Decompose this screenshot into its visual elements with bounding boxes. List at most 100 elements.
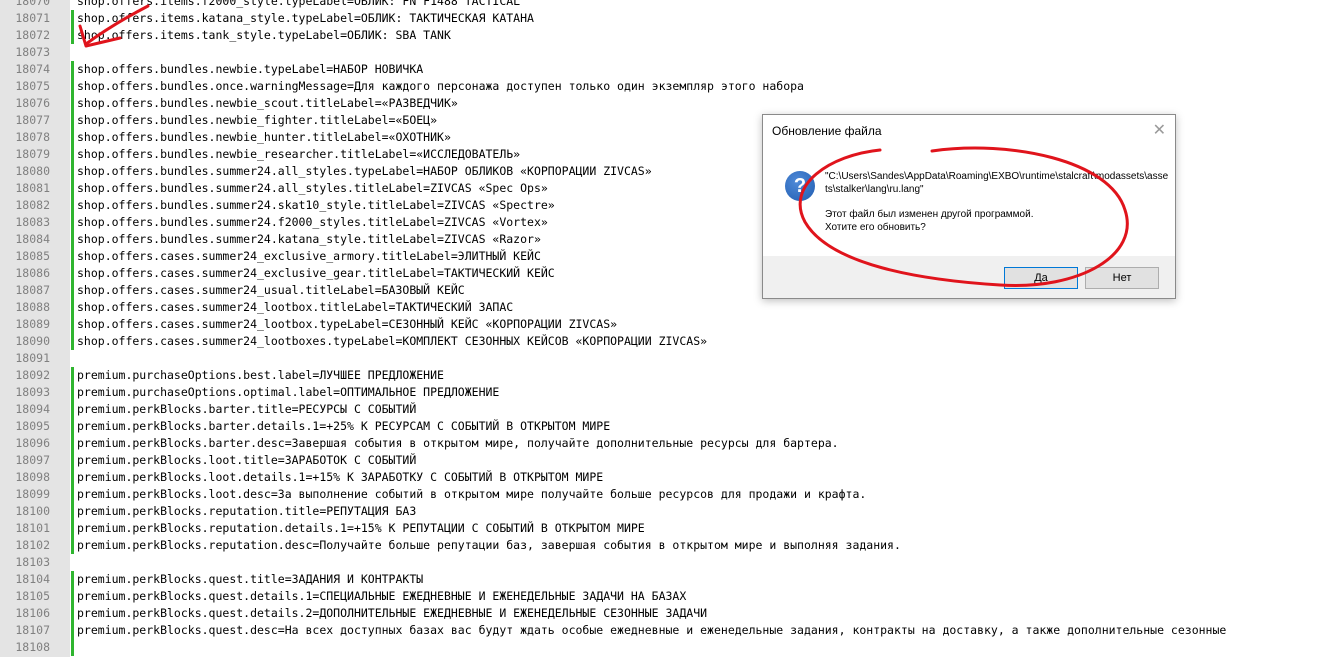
- change-marker: [71, 265, 74, 282]
- line-text[interactable]: premium.purchaseOptions.optimal.label=ОП…: [77, 384, 499, 401]
- line-number: 18098: [15, 470, 50, 484]
- line-number: 18081: [15, 181, 50, 195]
- dialog-title: Обновление файла: [772, 124, 882, 138]
- line-text[interactable]: premium.perkBlocks.barter.details.1=+25%…: [77, 418, 610, 435]
- line-text[interactable]: premium.purchaseOptions.best.label=ЛУЧШЕ…: [77, 367, 444, 384]
- line-number: 18078: [15, 130, 50, 144]
- line-text[interactable]: shop.offers.bundles.newbie_scout.titleLa…: [77, 95, 458, 112]
- dialog-file-path: "C:\Users\Sandes\AppData\Roaming\EXBO\ru…: [825, 171, 1169, 195]
- editor-line[interactable]: 18090 shop.offers.cases.summer24_lootboxe…: [0, 333, 1344, 350]
- editor-line[interactable]: 18108: [0, 639, 1344, 656]
- line-text[interactable]: shop.offers.bundles.once.warningMessage=…: [77, 78, 804, 95]
- editor-line[interactable]: 18106 premium.perkBlocks.quest.details.2=…: [0, 605, 1344, 622]
- editor-line[interactable]: 18100 premium.perkBlocks.reputation.title…: [0, 503, 1344, 520]
- line-number: 18076: [15, 96, 50, 110]
- editor-line[interactable]: 18094 premium.perkBlocks.barter.title=РЕС…: [0, 401, 1344, 418]
- editor-line[interactable]: 18099 premium.perkBlocks.loot.desc=За вып…: [0, 486, 1344, 503]
- editor-line[interactable]: 18070 shop.offers.items.f2000_style.typeL…: [0, 0, 1344, 10]
- line-text[interactable]: shop.offers.cases.summer24_lootboxes.typ…: [77, 333, 707, 350]
- line-number: 18083: [15, 215, 50, 229]
- editor-line[interactable]: 18089 shop.offers.cases.summer24_lootbox.…: [0, 316, 1344, 333]
- editor-line[interactable]: 18076 shop.offers.bundles.newbie_scout.ti…: [0, 95, 1344, 112]
- no-button[interactable]: Нет: [1085, 267, 1159, 289]
- line-text[interactable]: premium.perkBlocks.quest.desc=На всех до…: [77, 622, 1226, 639]
- line-text[interactable]: premium.perkBlocks.loot.details.1=+15% К…: [77, 469, 603, 486]
- editor-line[interactable]: 18105 premium.perkBlocks.quest.details.1=…: [0, 588, 1344, 605]
- line-text[interactable]: shop.offers.bundles.summer24.f2000_style…: [77, 214, 548, 231]
- line-number: 18072: [15, 28, 50, 42]
- change-marker: [71, 61, 74, 78]
- editor-line[interactable]: 18096 premium.perkBlocks.barter.desc=Заве…: [0, 435, 1344, 452]
- line-number: 18090: [15, 334, 50, 348]
- line-number: 18080: [15, 164, 50, 178]
- editor-line[interactable]: 18098 premium.perkBlocks.loot.details.1=+…: [0, 469, 1344, 486]
- line-number: 18085: [15, 249, 50, 263]
- line-text[interactable]: shop.offers.bundles.summer24.all_styles.…: [77, 163, 652, 180]
- editor-line[interactable]: 18104 premium.perkBlocks.quest.title=ЗАДА…: [0, 571, 1344, 588]
- editor-line[interactable]: 18107 premium.perkBlocks.quest.desc=На вс…: [0, 622, 1344, 639]
- editor-line[interactable]: 18074 shop.offers.bundles.newbie.typeLabe…: [0, 61, 1344, 78]
- change-marker: [71, 384, 74, 401]
- editor-line[interactable]: 18103: [0, 554, 1344, 571]
- change-marker: [71, 146, 74, 163]
- editor-line[interactable]: 18101 premium.perkBlocks.reputation.detai…: [0, 520, 1344, 537]
- editor-line[interactable]: 18092 premium.purchaseOptions.best.label=…: [0, 367, 1344, 384]
- line-number: 18070: [15, 0, 50, 8]
- line-text[interactable]: premium.perkBlocks.loot.desc=За выполнен…: [77, 486, 866, 503]
- line-text[interactable]: shop.offers.bundles.newbie_hunter.titleL…: [77, 129, 451, 146]
- line-text[interactable]: premium.perkBlocks.quest.details.2=ДОПОЛ…: [77, 605, 707, 622]
- editor-line[interactable]: 18071 shop.offers.items.katana_style.type…: [0, 10, 1344, 27]
- editor-line[interactable]: 18093 premium.purchaseOptions.optimal.lab…: [0, 384, 1344, 401]
- editor-line[interactable]: 18095 premium.perkBlocks.barter.details.1…: [0, 418, 1344, 435]
- change-marker: [71, 435, 74, 452]
- line-text[interactable]: shop.offers.cases.summer24_usual.titleLa…: [77, 282, 465, 299]
- change-marker: [71, 180, 74, 197]
- line-number: 18093: [15, 385, 50, 399]
- yes-button[interactable]: Да: [1004, 267, 1078, 289]
- change-marker: [71, 469, 74, 486]
- editor-line[interactable]: 18097 premium.perkBlocks.loot.title=ЗАРАБ…: [0, 452, 1344, 469]
- line-text[interactable]: shop.offers.items.f2000_style.typeLabel=…: [77, 0, 520, 10]
- line-text[interactable]: premium.perkBlocks.reputation.desc=Получ…: [77, 537, 901, 554]
- change-marker: [71, 639, 74, 656]
- change-marker: [71, 27, 74, 44]
- line-text[interactable]: shop.offers.bundles.summer24.skat10_styl…: [77, 197, 555, 214]
- close-icon[interactable]: ✕: [1153, 120, 1166, 140]
- line-text[interactable]: premium.perkBlocks.barter.desc=Завершая …: [77, 435, 839, 452]
- editor-line[interactable]: 18072 shop.offers.items.tank_style.typeLa…: [0, 27, 1344, 44]
- line-number: 18105: [15, 589, 50, 603]
- change-marker: [71, 503, 74, 520]
- change-marker: [71, 197, 74, 214]
- line-text[interactable]: shop.offers.cases.summer24_lootbox.title…: [77, 299, 513, 316]
- change-marker: [71, 452, 74, 469]
- line-text[interactable]: shop.offers.cases.summer24_exclusive_arm…: [77, 248, 541, 265]
- line-text[interactable]: premium.perkBlocks.quest.details.1=СПЕЦИ…: [77, 588, 686, 605]
- text-editor[interactable]: 18070 shop.offers.items.f2000_style.typeL…: [0, 0, 1344, 657]
- change-marker: [71, 316, 74, 333]
- line-number: 18082: [15, 198, 50, 212]
- line-number: 18102: [15, 538, 50, 552]
- line-text[interactable]: shop.offers.cases.summer24_exclusive_gea…: [77, 265, 555, 282]
- editor-line[interactable]: 18091: [0, 350, 1344, 367]
- line-text[interactable]: shop.offers.bundles.newbie.typeLabel=НАБ…: [77, 61, 423, 78]
- line-text[interactable]: premium.perkBlocks.reputation.details.1=…: [77, 520, 645, 537]
- line-text[interactable]: shop.offers.bundles.newbie_researcher.ti…: [77, 146, 520, 163]
- editor-line[interactable]: 18102 premium.perkBlocks.reputation.desc=…: [0, 537, 1344, 554]
- change-marker: [71, 282, 74, 299]
- line-text[interactable]: shop.offers.cases.summer24_lootbox.typeL…: [77, 316, 617, 333]
- line-number: 18103: [15, 555, 50, 569]
- editor-line[interactable]: 18075 shop.offers.bundles.once.warningMes…: [0, 78, 1344, 95]
- line-text[interactable]: premium.perkBlocks.quest.title=ЗАДАНИЯ И…: [77, 571, 423, 588]
- editor-line[interactable]: 18088 shop.offers.cases.summer24_lootbox.…: [0, 299, 1344, 316]
- editor-lines[interactable]: 18070 shop.offers.items.f2000_style.typeL…: [0, 0, 1344, 656]
- line-text[interactable]: premium.perkBlocks.loot.title=ЗАРАБОТОК …: [77, 452, 416, 469]
- line-text[interactable]: shop.offers.bundles.summer24.all_styles.…: [77, 180, 548, 197]
- change-marker: [71, 299, 74, 316]
- line-text[interactable]: shop.offers.bundles.summer24.katana_styl…: [77, 231, 541, 248]
- line-text[interactable]: shop.offers.items.tank_style.typeLabel=О…: [77, 27, 451, 44]
- line-text[interactable]: premium.perkBlocks.reputation.title=РЕПУ…: [77, 503, 416, 520]
- line-text[interactable]: premium.perkBlocks.barter.title=РЕСУРСЫ …: [77, 401, 416, 418]
- line-text[interactable]: shop.offers.items.katana_style.typeLabel…: [77, 10, 534, 27]
- line-text[interactable]: shop.offers.bundles.newbie_fighter.title…: [77, 112, 437, 129]
- editor-line[interactable]: 18073: [0, 44, 1344, 61]
